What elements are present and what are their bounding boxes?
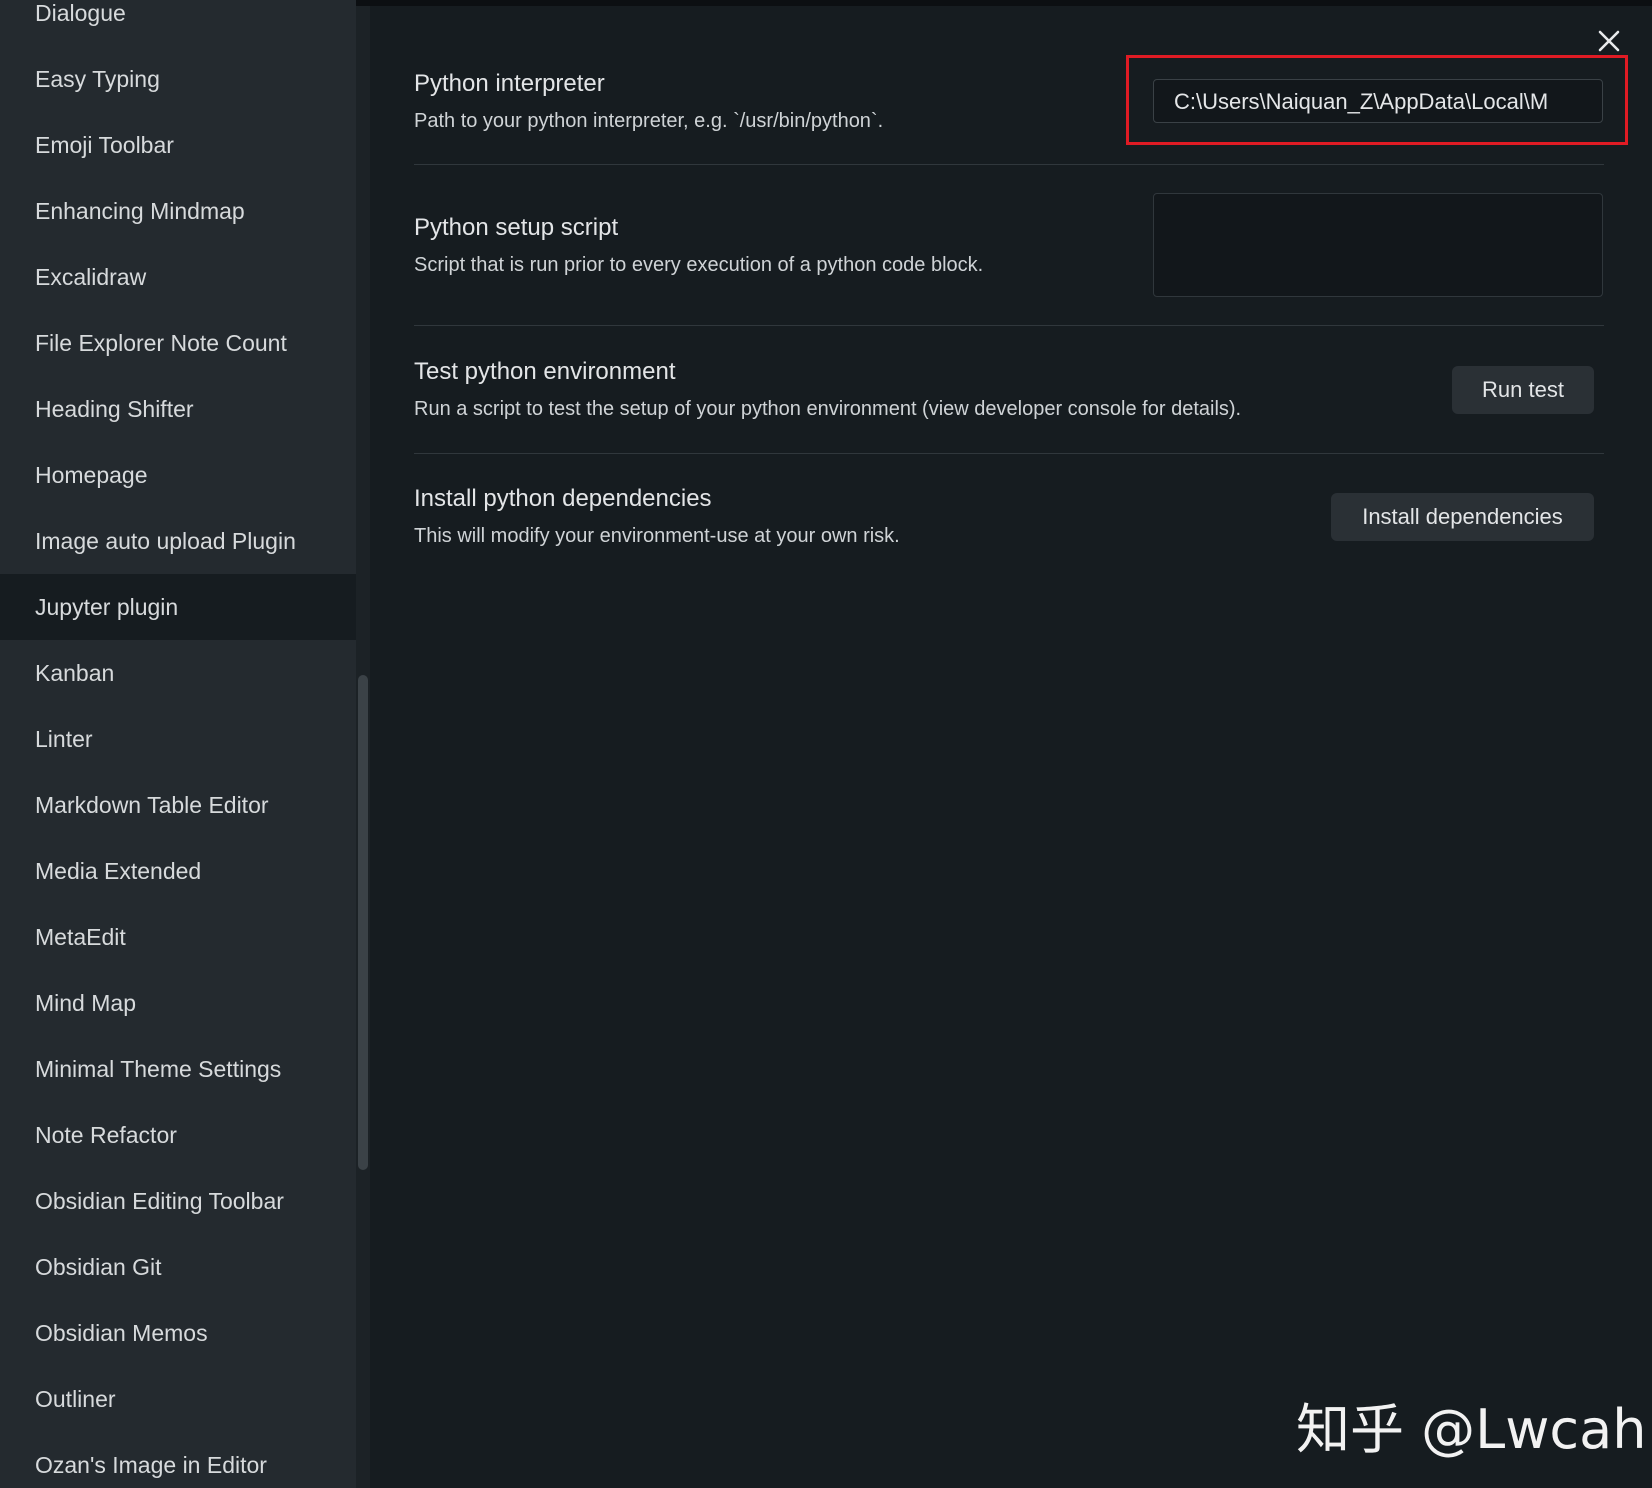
sidebar-item-metaedit[interactable]: MetaEdit <box>0 904 356 970</box>
settings-sidebar: Dialogue Easy Typing Emoji Toolbar Enhan… <box>0 0 356 1488</box>
sidebar-item-obsidian-editing-toolbar[interactable]: Obsidian Editing Toolbar <box>0 1168 356 1234</box>
sidebar-item-dialogue[interactable]: Dialogue <box>0 0 356 46</box>
setting-name: Test python environment <box>414 358 676 385</box>
install-dependencies-button[interactable]: Install dependencies <box>1331 493 1594 541</box>
sidebar-item-heading-shifter[interactable]: Heading Shifter <box>0 376 356 442</box>
sidebar-item-excalidraw[interactable]: Excalidraw <box>0 244 356 310</box>
sidebar-item-obsidian-memos[interactable]: Obsidian Memos <box>0 1300 356 1366</box>
sidebar-item-outliner[interactable]: Outliner <box>0 1366 356 1432</box>
plugin-list: Dialogue Easy Typing Emoji Toolbar Enhan… <box>0 0 356 1488</box>
run-test-button[interactable]: Run test <box>1452 366 1594 414</box>
annotation-highlight-box <box>1126 55 1628 145</box>
sidebar-item-mind-map[interactable]: Mind Map <box>0 970 356 1036</box>
sidebar-item-note-refactor[interactable]: Note Refactor <box>0 1102 356 1168</box>
sidebar-item-linter[interactable]: Linter <box>0 706 356 772</box>
sidebar-item-image-auto-upload[interactable]: Image auto upload Plugin <box>0 508 356 574</box>
sidebar-item-jupyter-plugin[interactable]: Jupyter plugin <box>0 574 356 640</box>
divider <box>414 164 1604 165</box>
divider <box>414 453 1604 454</box>
sidebar-item-ozans-image-in-editor[interactable]: Ozan's Image in Editor <box>0 1432 356 1488</box>
sidebar-item-kanban[interactable]: Kanban <box>0 640 356 706</box>
sidebar-item-easy-typing[interactable]: Easy Typing <box>0 46 356 112</box>
sidebar-item-enhancing-mindmap[interactable]: Enhancing Mindmap <box>0 178 356 244</box>
sidebar-item-obsidian-git[interactable]: Obsidian Git <box>0 1234 356 1300</box>
sidebar-item-minimal-theme-settings[interactable]: Minimal Theme Settings <box>0 1036 356 1102</box>
sidebar-item-media-extended[interactable]: Media Extended <box>0 838 356 904</box>
setting-test-python-environment: Test python environment Run a script to … <box>414 358 1604 421</box>
watermark: 知乎 @Lwcah <box>1296 1398 1647 1461</box>
python-setup-script-textarea[interactable] <box>1153 193 1603 297</box>
sidebar-item-file-explorer-note-count[interactable]: File Explorer Note Count <box>0 310 356 376</box>
setting-description: Run a script to test the setup of your p… <box>414 398 1242 420</box>
sidebar-item-homepage[interactable]: Homepage <box>0 442 356 508</box>
sidebar-scrollbar-thumb[interactable] <box>358 675 368 1170</box>
sidebar-item-emoji-toolbar[interactable]: Emoji Toolbar <box>0 112 356 178</box>
settings-modal: Dialogue Easy Typing Emoji Toolbar Enhan… <box>0 0 1652 1488</box>
sidebar-item-markdown-table-editor[interactable]: Markdown Table Editor <box>0 772 356 838</box>
settings-content: Python interpreter Path to your python i… <box>414 0 1604 1488</box>
divider <box>414 325 1604 326</box>
